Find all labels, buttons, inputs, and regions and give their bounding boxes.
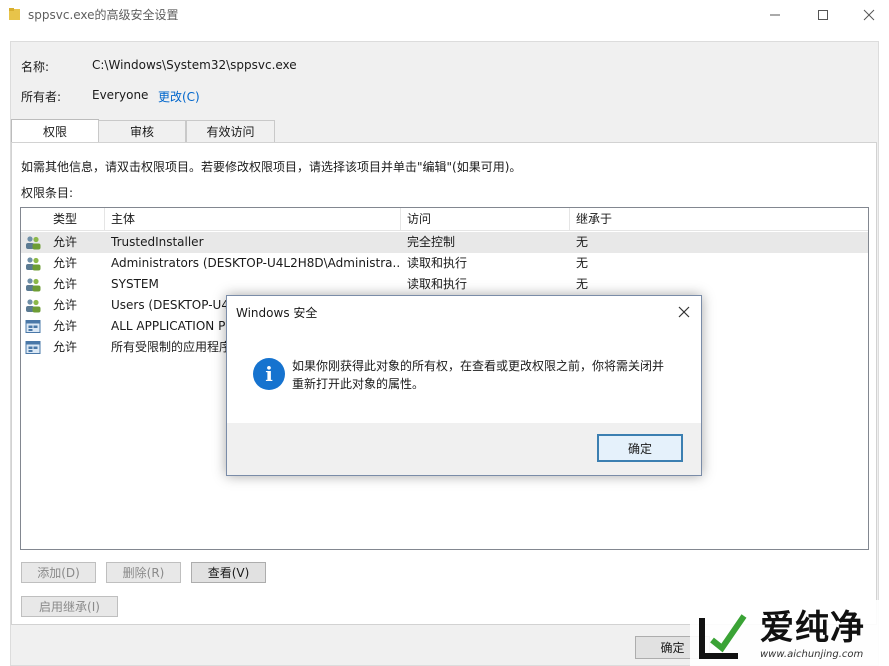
name-label: 名称: — [21, 60, 50, 74]
folder-icon — [9, 8, 20, 20]
minimize-icon — [770, 14, 780, 16]
cell-type: 允许 — [53, 340, 78, 354]
close-icon — [678, 306, 690, 318]
user-group-icon — [26, 236, 41, 250]
cell-principal: Administrators (DESKTOP-U4L2H8D\Administ… — [111, 256, 401, 270]
dialog-close-button[interactable] — [673, 301, 695, 323]
dialog-message-line: 重新打开此对象的属性。 — [292, 377, 425, 391]
cell-inherited-from: 无 — [576, 235, 589, 249]
instructions-text: 如需其他信息，请双击权限项目。若要修改权限项目，请选择该项目并单击"编辑"(如果… — [21, 160, 522, 174]
name-value: C:\Windows\System32\sppsvc.exe — [92, 58, 297, 72]
dialog-ok-button[interactable]: 确定 — [597, 434, 683, 462]
owner-label: 所有者: — [21, 90, 62, 104]
cell-type: 允许 — [53, 256, 78, 270]
dialog-footer: 确定 — [227, 423, 701, 475]
cell-access: 读取和执行 — [407, 256, 468, 270]
cell-type: 允许 — [53, 298, 78, 312]
table-row[interactable]: 允许 TrustedInstaller 完全控制 无 — [21, 232, 868, 253]
maximize-icon — [818, 10, 828, 20]
maximize-button[interactable] — [800, 0, 846, 30]
watermark-url: www.aichunjing.com — [760, 649, 864, 660]
column-header-access[interactable]: 访问 — [401, 208, 570, 231]
minimize-button[interactable] — [752, 0, 798, 30]
column-header-type[interactable]: 类型 — [47, 208, 105, 231]
column-header-principal[interactable]: 主体 — [105, 208, 401, 231]
site-watermark: 爱纯净 www.aichunjing.com — [690, 600, 889, 666]
cell-principal: TrustedInstaller — [111, 235, 204, 249]
window-title: sppsvc.exe的高级安全设置 — [28, 8, 179, 22]
cell-inherited-from: 无 — [576, 277, 589, 291]
dialog-title: Windows 安全 — [236, 306, 318, 320]
table-row[interactable]: 允许 SYSTEM 读取和执行 无 — [21, 274, 868, 295]
change-owner-link[interactable]: 更改(C) — [158, 88, 200, 105]
user-group-icon — [26, 257, 41, 271]
app-package-icon — [25, 320, 41, 333]
tab-effective-access[interactable]: 有效访问 — [186, 120, 275, 142]
dialog-message: 如果你刚获得此对象的所有权，在查看或更改权限之前，你将需关闭并 重新打开此对象的… — [292, 357, 692, 393]
tab-permissions[interactable]: 权限 — [11, 119, 99, 142]
windows-security-dialog: Windows 安全 i 如果你刚获得此对象的所有权，在查看或更改权限之前，你将… — [226, 295, 702, 476]
column-header-inherited-from[interactable]: 继承于 — [570, 208, 868, 231]
enable-inheritance-button[interactable]: 启用继承(I) — [21, 596, 118, 617]
permission-entries-label: 权限条目: — [21, 186, 74, 200]
table-row[interactable]: 允许 Administrators (DESKTOP-U4L2H8D\Admin… — [21, 253, 868, 274]
tab-auditing[interactable]: 审核 — [98, 120, 186, 142]
cell-inherited-from: 无 — [576, 256, 589, 270]
aichunjing-logo-icon — [699, 614, 747, 659]
user-group-icon — [26, 299, 41, 313]
cell-type: 允许 — [53, 277, 78, 291]
table-header: 类型 主体 访问 继承于 — [21, 208, 868, 231]
cell-type: 允许 — [53, 319, 78, 333]
dialog-message-line: 如果你刚获得此对象的所有权，在查看或更改权限之前，你将需关闭并 — [292, 359, 665, 373]
info-icon: i — [253, 358, 285, 390]
watermark-text: 爱纯净 — [760, 608, 865, 648]
close-icon — [863, 9, 875, 21]
cell-access: 完全控制 — [407, 235, 456, 249]
cell-access: 读取和执行 — [407, 277, 468, 291]
owner-value: Everyone — [92, 88, 149, 102]
cell-type: 允许 — [53, 235, 78, 249]
add-button[interactable]: 添加(D) — [21, 562, 96, 583]
remove-button[interactable]: 删除(R) — [106, 562, 181, 583]
app-package-icon — [25, 341, 41, 354]
cell-principal: SYSTEM — [111, 277, 159, 291]
close-button[interactable] — [846, 0, 889, 30]
view-button[interactable]: 查看(V) — [191, 562, 266, 583]
title-bar[interactable]: sppsvc.exe的高级安全设置 — [0, 0, 889, 30]
user-group-icon — [26, 278, 41, 292]
advanced-security-settings-window: sppsvc.exe的高级安全设置 名称: C:\Windows\System3… — [0, 0, 889, 666]
